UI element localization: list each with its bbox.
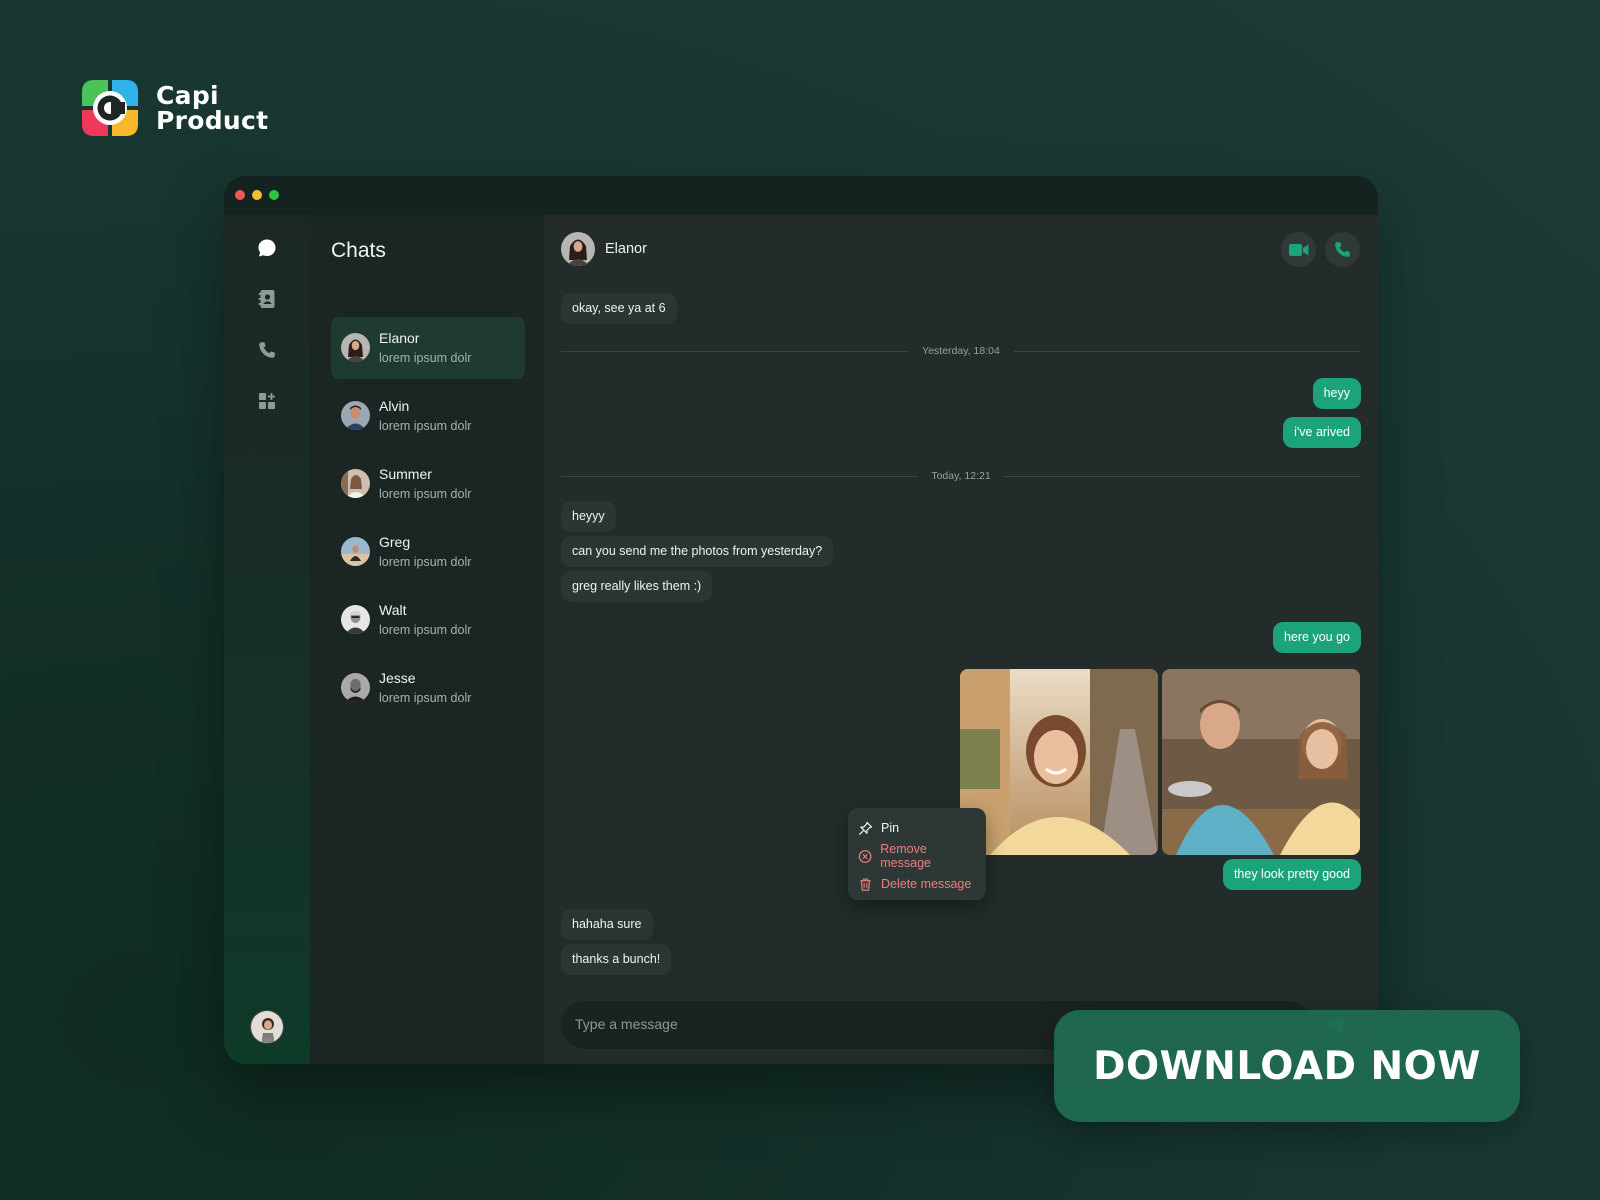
download-now-button[interactable]: DOWNLOAD NOW (1054, 1010, 1520, 1122)
message-outgoing[interactable]: heyy (1312, 378, 1361, 409)
message-incoming[interactable]: can you send me the photos from yesterda… (561, 536, 834, 567)
chat-item-name: Jesse (379, 670, 416, 686)
chat-header: Elanor (561, 232, 1361, 268)
message-incoming[interactable]: hahaha sure (561, 909, 653, 940)
message-outgoing[interactable]: i've arived (1283, 417, 1361, 448)
message-input-placeholder: Type a message (575, 1016, 678, 1032)
photo-2[interactable] (1162, 669, 1360, 855)
chat-item-preview: lorem ipsum dolr (379, 487, 472, 501)
chat-item-jesse[interactable]: Jesse lorem ipsum dolr (331, 657, 525, 719)
chat-item-alvin[interactable]: Alvin lorem ipsum dolr (331, 385, 525, 447)
contacts-book-icon[interactable] (256, 288, 278, 310)
avatar (341, 605, 370, 634)
capi-logo-icon (82, 80, 138, 136)
video-camera-icon (1288, 243, 1308, 256)
contact-name: Elanor (605, 241, 647, 257)
chat-item-name: Summer (379, 466, 432, 482)
message-outgoing[interactable]: here you go (1272, 622, 1361, 653)
message-incoming[interactable]: okay, see ya at 6 (561, 293, 677, 324)
brand-logo: Capi Product (82, 80, 268, 136)
download-now-label: DOWNLOAD NOW (1093, 1043, 1481, 1089)
brand-line-2: Product (156, 106, 269, 135)
brand-line-1: Capi (156, 81, 219, 110)
window-minimize-button[interactable] (252, 190, 262, 200)
trash-icon (860, 877, 871, 891)
nav-rail (224, 215, 310, 1064)
video-call-button[interactable] (1281, 232, 1316, 267)
avatar (341, 673, 370, 702)
phone-icon[interactable] (256, 339, 278, 361)
message-outgoing[interactable]: they look pretty good (1222, 859, 1361, 890)
chat-item-preview: lorem ipsum dolr (379, 351, 472, 365)
avatar (341, 401, 370, 430)
chat-item-preview: lorem ipsum dolr (379, 623, 472, 637)
voice-call-button[interactable] (1325, 232, 1360, 267)
window-titlebar (224, 176, 1378, 215)
remove-circle-icon (858, 849, 872, 863)
brand-name: Capi Product (156, 83, 268, 133)
chat-item-name: Greg (379, 534, 411, 550)
photo-attachment[interactable] (960, 669, 1360, 855)
contact-avatar[interactable] (561, 232, 595, 266)
avatar (341, 469, 370, 498)
chat-item-name: Alvin (379, 398, 410, 414)
menu-item-label: Delete message (881, 877, 972, 891)
menu-item-label: Pin (881, 821, 900, 835)
message-incoming[interactable]: greg really likes them :) (561, 571, 713, 602)
sidebar-title: Chats (331, 239, 386, 262)
app-window: Chats Elanor lorem ipsum dolr Alvin lore… (224, 176, 1378, 1064)
chat-item-name: Walt (379, 602, 407, 618)
menu-item-delete-message[interactable]: Delete message (858, 870, 976, 898)
chat-item-summer[interactable]: Summer lorem ipsum dolr (331, 453, 525, 515)
chat-item-walt[interactable]: Walt lorem ipsum dolr (331, 589, 525, 651)
chat-bubble-icon[interactable] (256, 237, 278, 259)
date-divider-label: Today, 12:21 (917, 470, 1005, 482)
window-maximize-button[interactable] (269, 190, 279, 200)
message-context-menu: Pin Remove message Delete message (848, 808, 986, 900)
avatar (341, 537, 370, 566)
conversation-panel: Elanor okay, see ya at 6 Yesterday, 18:0… (544, 215, 1378, 1064)
phone-icon (1335, 242, 1350, 257)
photo-1[interactable] (960, 669, 1158, 855)
menu-item-label: Remove message (880, 842, 931, 870)
avatar (341, 333, 370, 362)
chat-item-greg[interactable]: Greg lorem ipsum dolr (331, 521, 525, 583)
menu-item-pin[interactable]: Pin (858, 814, 976, 842)
chat-list: Elanor lorem ipsum dolr Alvin lorem ipsu… (331, 317, 525, 725)
pin-icon (858, 821, 873, 835)
user-avatar[interactable] (250, 1010, 284, 1044)
menu-item-remove-message[interactable]: Remove message (858, 842, 976, 870)
date-divider-label: Yesterday, 18:04 (908, 345, 1014, 357)
chat-item-elanor[interactable]: Elanor lorem ipsum dolr (331, 317, 525, 379)
chat-item-preview: lorem ipsum dolr (379, 419, 472, 433)
chat-item-preview: lorem ipsum dolr (379, 555, 472, 569)
message-incoming[interactable]: thanks a bunch! (561, 944, 672, 975)
chat-item-name: Elanor (379, 330, 420, 346)
window-close-button[interactable] (235, 190, 245, 200)
message-incoming[interactable]: heyyy (561, 501, 616, 532)
chats-sidebar: Chats Elanor lorem ipsum dolr Alvin lore… (310, 215, 544, 1064)
chat-item-preview: lorem ipsum dolr (379, 691, 472, 705)
widgets-add-icon[interactable] (256, 390, 278, 412)
